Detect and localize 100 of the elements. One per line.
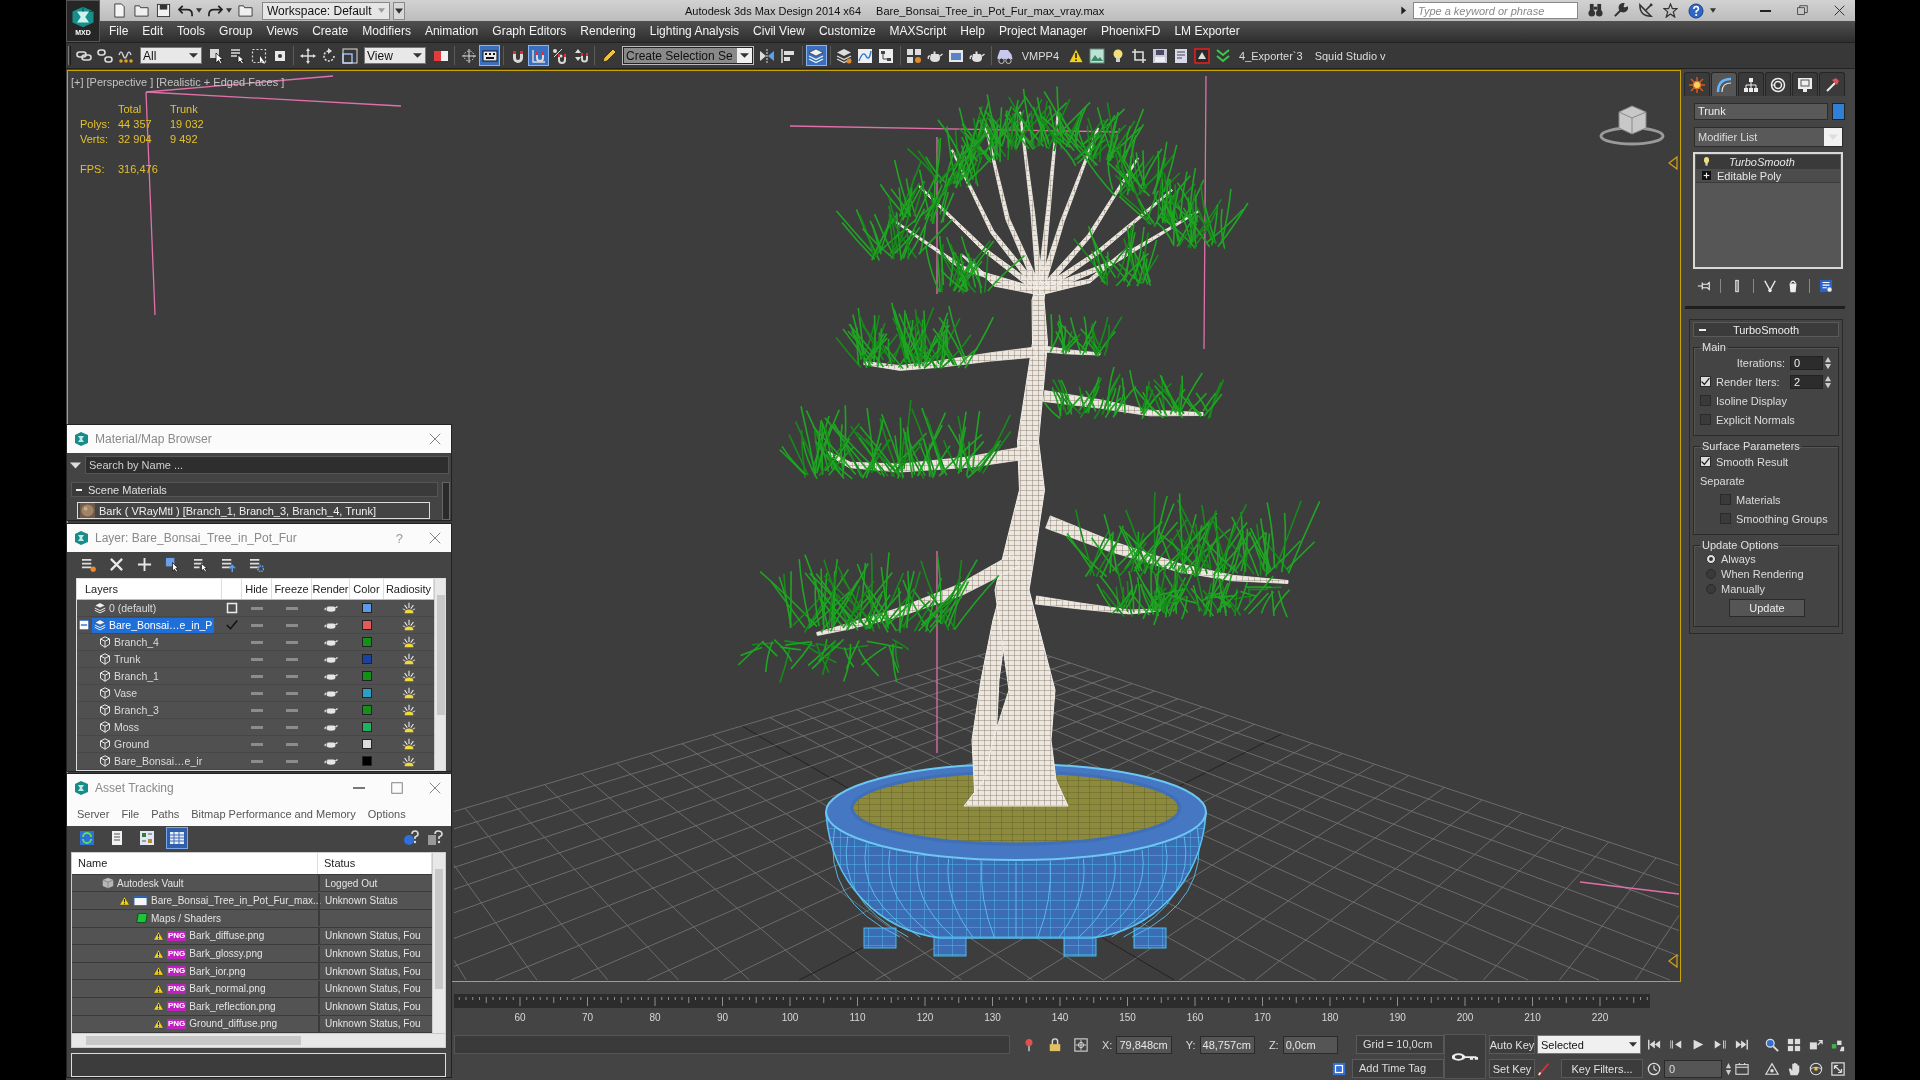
menu-item[interactable]: Rendering <box>573 21 643 42</box>
frame-field[interactable]: 0 <box>1664 1059 1722 1078</box>
cursor-box-icon[interactable] <box>165 556 180 572</box>
viewport-menu-label[interactable]: [+] <box>71 76 84 88</box>
update-button[interactable]: Update <box>1729 599 1805 617</box>
toolbar-button[interactable] <box>1191 45 1213 66</box>
selection-set-field[interactable]: Create Selection Se <box>623 47 753 64</box>
checkbox[interactable] <box>1720 513 1731 524</box>
toolbar-button[interactable] <box>479 45 500 66</box>
menu-item[interactable]: Views <box>259 21 306 42</box>
bulb-icon[interactable] <box>1702 156 1711 167</box>
column-header[interactable]: Color <box>350 579 384 599</box>
color-swatch-icon[interactable] <box>362 620 372 630</box>
step-back-icon[interactable] <box>1669 1038 1683 1051</box>
window-close-icon[interactable] <box>429 782 441 794</box>
toolbar-dropdown[interactable]: View <box>364 47 426 64</box>
menu-item[interactable]: File <box>102 21 136 42</box>
down-triangle-icon[interactable] <box>70 461 81 469</box>
menu-item[interactable]: Server <box>71 808 116 820</box>
square-outline-icon[interactable] <box>226 602 238 614</box>
color-swatch-icon[interactable] <box>362 739 372 749</box>
layer-name[interactable]: Branch_3 <box>97 702 161 718</box>
spin-arrows-icon[interactable] <box>1725 1061 1732 1076</box>
key-filters-button[interactable]: Key Filters... <box>1561 1059 1643 1078</box>
color-swatch-icon[interactable] <box>362 705 372 715</box>
window-close-icon[interactable] <box>429 433 441 445</box>
clock-icon[interactable] <box>1647 1061 1661 1076</box>
menu-item[interactable]: Tools <box>170 21 213 42</box>
menu-item[interactable]: Group <box>212 21 260 42</box>
color-swatch-icon[interactable] <box>362 756 372 766</box>
coordinate-field[interactable]: 48,757cm <box>1199 1035 1255 1054</box>
column-header[interactable]: Render <box>312 579 350 599</box>
layer-name[interactable]: Bare_Bonsai…e_in_P <box>92 617 215 633</box>
menu-item[interactable]: File <box>115 808 146 820</box>
object-name-field[interactable]: Trunk <box>1694 103 1828 120</box>
globe-help-icon[interactable] <box>403 829 419 846</box>
sun-rays-icon[interactable] <box>402 653 416 665</box>
play-triangle-icon[interactable] <box>1400 6 1407 15</box>
radio-button[interactable] <box>1706 568 1716 579</box>
diagonal-arrow-square-icon[interactable] <box>1831 1061 1845 1076</box>
menu-item[interactable]: Edit <box>135 21 171 42</box>
satellite-icon[interactable] <box>1638 3 1653 18</box>
menu-item[interactable]: Create <box>305 21 356 42</box>
panel-tab[interactable] <box>1738 72 1764 96</box>
sheet-help-icon[interactable] <box>427 829 443 846</box>
column-header[interactable]: Layers <box>77 579 222 599</box>
panel-tab[interactable] <box>1792 72 1818 96</box>
toolbar-dropdown[interactable]: All <box>140 47 202 64</box>
search-field[interactable]: Search by Name ... <box>85 456 449 474</box>
checkbox[interactable] <box>1700 395 1711 406</box>
small-caret-icon[interactable] <box>226 8 232 13</box>
calendar-icon[interactable] <box>1735 1061 1749 1076</box>
crosshair-square-icon[interactable] <box>1074 1037 1089 1052</box>
pen-stroke-icon[interactable] <box>1537 1061 1551 1076</box>
color-swatch-icon[interactable] <box>362 637 372 647</box>
material-item[interactable]: Bark ( VRayMtl ) [Branch_1, Branch_3, Branch_4, Trunk] <box>77 502 430 519</box>
workspace-dropdown[interactable]: Workspace: Default <box>262 1 390 20</box>
folder-icon[interactable] <box>134 3 149 18</box>
layer-name[interactable]: Ground <box>97 736 152 752</box>
small-caret-icon[interactable] <box>1710 8 1716 13</box>
checkmark-icon[interactable] <box>226 619 238 631</box>
checkbox[interactable] <box>1700 376 1711 387</box>
checkbox[interactable] <box>1700 414 1711 425</box>
menu-item[interactable]: Civil View <box>746 21 812 42</box>
search-field[interactable]: Type a keyword or phrase <box>1413 2 1578 19</box>
skip-start-icon[interactable] <box>1647 1038 1661 1051</box>
color-swatch-icon[interactable] <box>362 722 372 732</box>
menu-item[interactable]: Project Manager <box>991 21 1094 42</box>
menu-item[interactable]: Graph Editors <box>485 21 574 42</box>
window-close-icon[interactable] <box>429 532 441 544</box>
layer-name[interactable]: Branch_4 <box>97 634 161 650</box>
menu-item[interactable]: Paths <box>145 808 186 820</box>
sun-rays-icon[interactable] <box>402 687 416 699</box>
viewcube-icon[interactable] <box>1599 105 1665 146</box>
set-key-mode-button[interactable] <box>1444 1034 1486 1079</box>
menu-item[interactable]: PhoenixFD <box>1094 21 1168 42</box>
color-swatch-icon[interactable] <box>1832 103 1845 120</box>
panel-tab[interactable] <box>1684 72 1710 96</box>
number-field[interactable]: 2 <box>1790 374 1823 389</box>
help-icon[interactable] <box>1688 2 1704 19</box>
viewport-menu-label[interactable]: [Perspective ] <box>86 76 154 88</box>
minus-sign-icon[interactable] <box>1699 328 1706 331</box>
menu-item[interactable]: Bitmap Performance and Memory <box>185 808 362 820</box>
number-field[interactable]: 0 <box>1790 355 1823 370</box>
four-squares-icon[interactable] <box>1787 1037 1801 1052</box>
square-arrow-icon[interactable] <box>1809 1037 1823 1052</box>
key-mode-dropdown[interactable]: Selected <box>1537 1035 1641 1054</box>
window-restore-icon[interactable] <box>391 782 403 794</box>
color-swatch-icon[interactable] <box>362 671 372 681</box>
layer-name[interactable]: 0 (default) <box>92 600 159 616</box>
checkbox[interactable] <box>1720 494 1731 505</box>
magnifier-icon[interactable] <box>1765 1037 1779 1052</box>
step-forward-icon[interactable] <box>1713 1038 1727 1051</box>
toolbar-button[interactable] <box>1086 45 1108 66</box>
restore-icon[interactable] <box>1797 5 1808 16</box>
checkbox[interactable] <box>1700 456 1711 467</box>
toolbar-button[interactable] <box>339 45 360 66</box>
color-swatch-icon[interactable] <box>362 603 372 613</box>
menu-item[interactable]: Options <box>361 808 412 820</box>
padlock-icon[interactable] <box>1048 1037 1063 1052</box>
